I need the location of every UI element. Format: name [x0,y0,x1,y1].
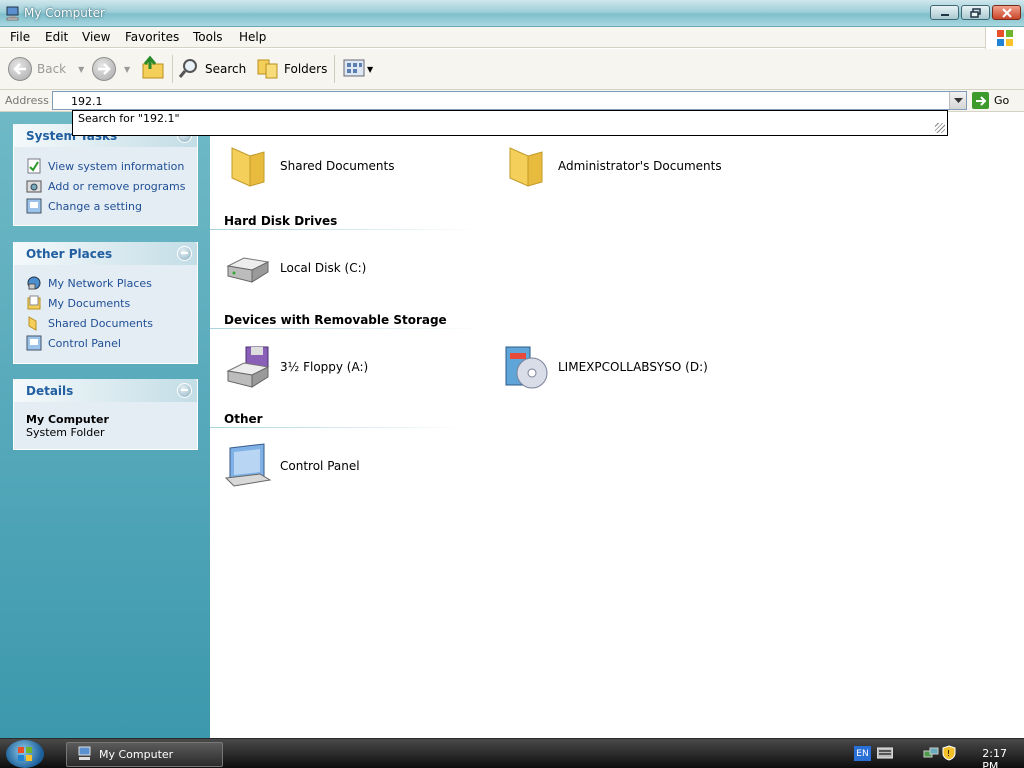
search-icon [178,57,200,82]
back-arrow-icon [8,57,32,81]
close-button[interactable] [992,5,1021,20]
go-arrow-icon [972,92,989,109]
chevron-down-icon: ▼ [367,64,374,74]
details-description: System Folder [26,426,105,439]
hard-disk-icon [224,244,272,292]
taskbar-item-my-computer[interactable]: My Computer [66,742,223,767]
task-add-remove-programs[interactable]: Add or remove programs [26,178,186,194]
main-content: Shared Documents Administrator's Documen… [210,112,1024,738]
item-floppy-a[interactable]: 3½ Floppy (A:) [224,343,368,391]
address-dropdown-button[interactable] [949,92,966,109]
forward-arrow-icon [92,57,116,81]
folder-icon [224,142,272,190]
documents-icon [26,295,42,311]
autocomplete-suggestion[interactable]: Search for "192.1" [78,112,180,125]
menu-tools[interactable]: Tools [193,30,223,44]
title-bar: My Computer [0,0,1024,27]
system-info-icon [26,158,42,174]
task-view-system-info[interactable]: View system information [26,158,184,174]
chevron-down-icon: ▼ [78,64,85,74]
chevron-down-icon: ▼ [124,64,131,74]
menu-view[interactable]: View [82,30,110,44]
folder-icon [502,142,550,190]
windows-logo-icon [18,747,32,761]
start-button[interactable] [6,740,44,768]
menu-bar: File Edit View Favorites Tools Help [0,27,1024,48]
toolbar: Back ▼ ▼ Search Folders ▼ [0,49,1024,90]
clock[interactable]: 2:17 PM [982,747,1007,768]
group-removable-storage: Devices with Removable Storage [224,313,447,327]
minimize-button[interactable] [930,5,959,20]
place-shared-documents[interactable]: Shared Documents [26,315,153,331]
group-hard-disk-drives: Hard Disk Drives [224,214,338,228]
up-folder-icon [140,55,166,84]
address-label: Address [5,94,49,107]
other-places-box: Other Places My Network Places My Docume… [13,242,198,364]
folders-icon [256,56,280,83]
details-box: Details My Computer System Folder [13,379,198,450]
my-computer-icon [5,5,21,21]
group-other: Other [224,412,263,426]
control-panel-icon [26,198,42,214]
search-button[interactable]: Search [178,55,246,83]
views-button[interactable]: ▼ [343,55,373,83]
resize-grip-icon[interactable] [935,123,945,133]
network-places-icon [26,275,42,291]
add-remove-programs-icon [26,178,42,194]
place-my-network-places[interactable]: My Network Places [26,275,152,291]
window-title: My Computer [24,6,105,20]
language-indicator[interactable]: EN [854,746,871,761]
folders-button[interactable]: Folders [256,55,327,83]
place-my-documents[interactable]: My Documents [26,295,130,311]
collapse-icon[interactable] [177,383,192,398]
menu-favorites[interactable]: Favorites [125,30,179,44]
address-input[interactable] [52,91,967,110]
other-places-header[interactable]: Other Places [14,242,197,265]
item-cd-drive-d[interactable]: LIMEXPCOLLABSYSO (D:) [502,343,708,391]
item-administrators-documents[interactable]: Administrator's Documents [502,142,722,190]
address-autocomplete: Search for "192.1" [72,110,948,136]
control-panel-icon [26,335,42,351]
keyboard-icon[interactable] [876,747,894,762]
back-button[interactable]: Back ▼ [8,55,84,83]
floppy-drive-icon [224,343,272,391]
go-button[interactable]: Go [972,92,1009,109]
system-tasks-box: System Tasks View system information Add… [13,124,198,226]
up-folder-button[interactable] [140,55,166,83]
restore-button[interactable] [961,5,990,20]
my-computer-icon [77,745,93,764]
network-icon[interactable] [923,746,939,765]
svg-text:!: ! [947,749,950,758]
address-bar: Address Go [0,90,1024,112]
cd-drive-icon [502,343,550,391]
place-control-panel[interactable]: Control Panel [26,335,121,351]
menu-edit[interactable]: Edit [45,30,68,44]
item-control-panel[interactable]: Control Panel [224,442,360,490]
views-icon [343,59,365,80]
menu-file[interactable]: File [10,30,30,44]
item-shared-documents[interactable]: Shared Documents [224,142,394,190]
details-name: My Computer [26,413,109,426]
collapse-icon[interactable] [177,246,192,261]
details-header[interactable]: Details [14,379,197,402]
security-shield-icon[interactable]: ! [942,745,956,764]
control-panel-icon [224,442,272,490]
task-change-setting[interactable]: Change a setting [26,198,142,214]
folder-icon [26,315,42,331]
menu-help[interactable]: Help [239,30,266,44]
taskbar: My Computer EN ! 2:17 PM [0,738,1024,768]
forward-button[interactable]: ▼ [92,55,130,83]
item-local-disk-c[interactable]: Local Disk (C:) [224,244,366,292]
windows-logo-icon [985,27,1024,49]
task-pane: System Tasks View system information Add… [0,112,210,738]
